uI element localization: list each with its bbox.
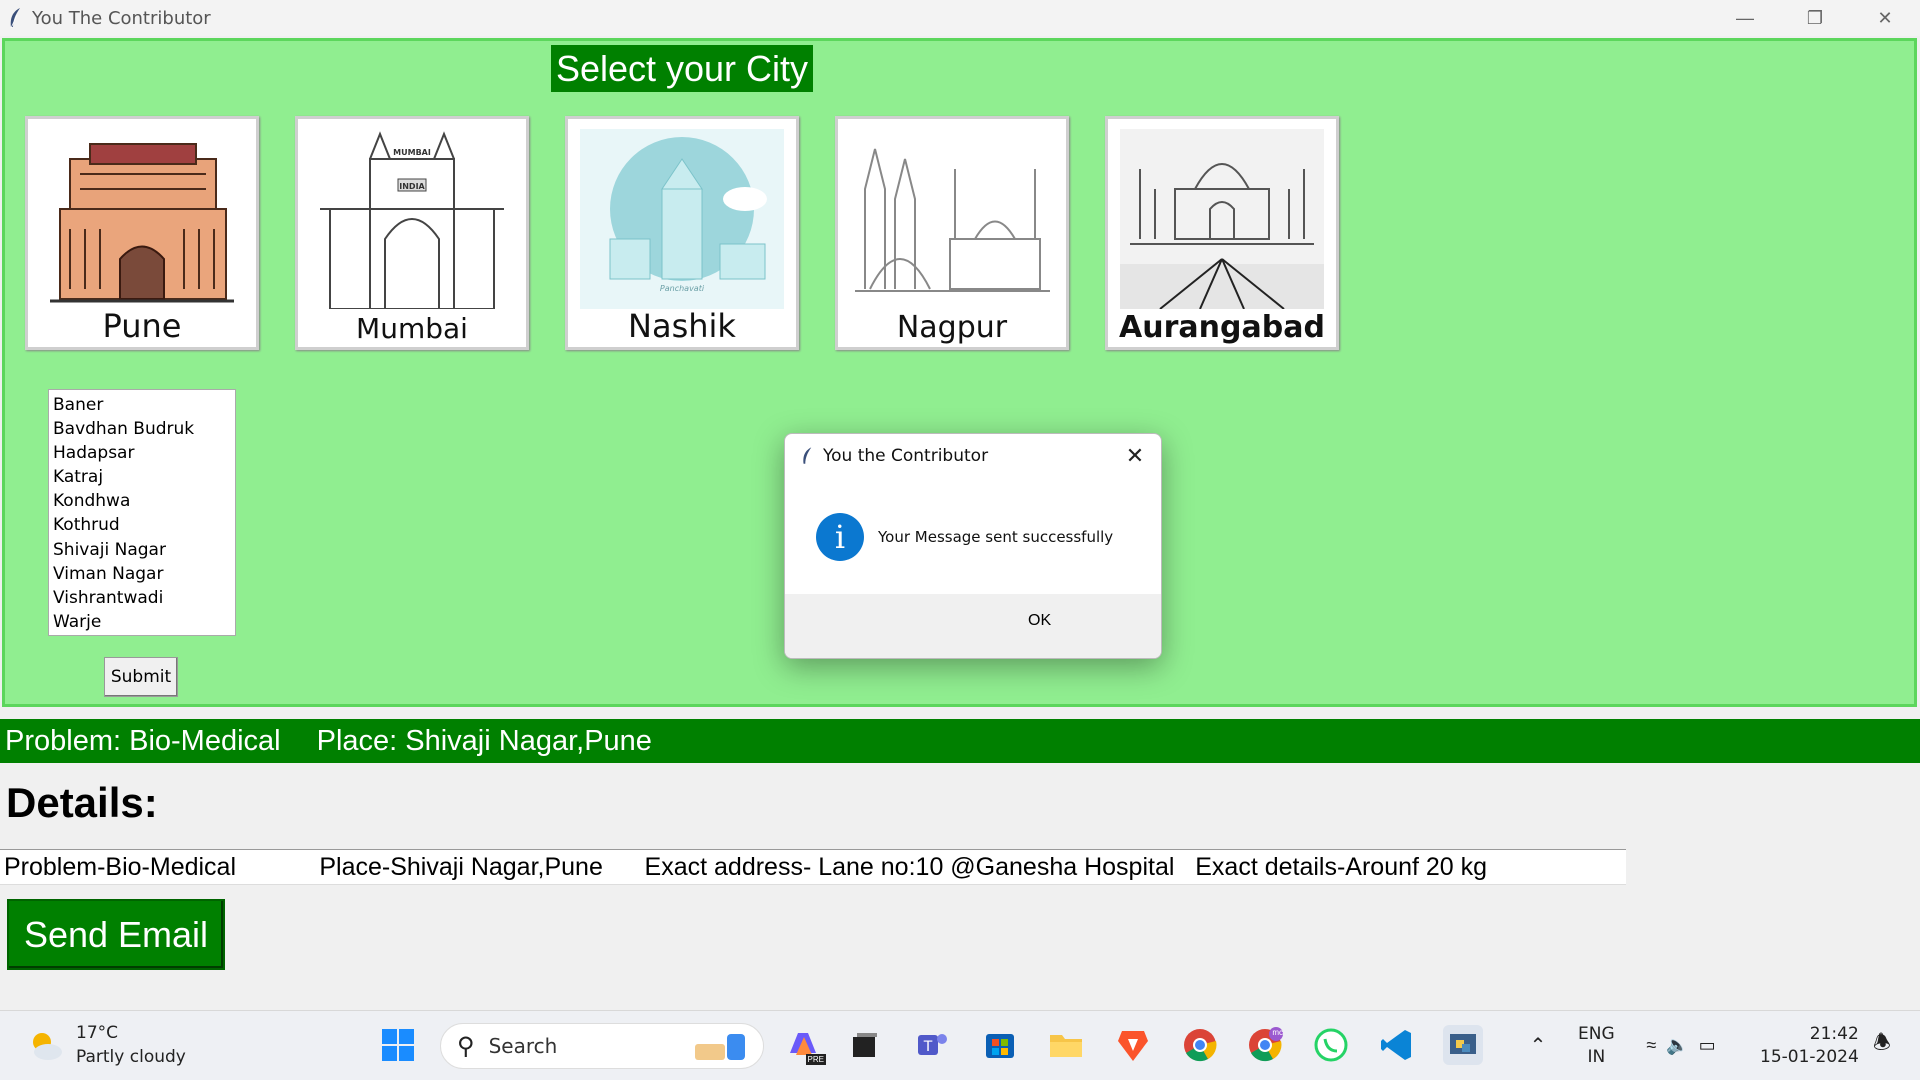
city-label: Nagpur (896, 310, 1008, 345)
list-item[interactable]: Hadapsar (53, 441, 231, 465)
city-label: Nashik (628, 307, 736, 345)
search-placeholder: Search (488, 1034, 558, 1058)
send-email-button[interactable]: Send Email (7, 899, 225, 970)
copilot-badge: PRE (805, 1054, 826, 1065)
area-listbox[interactable]: Baner Bavdhan Budruk Hadapsar Katraj Kon… (48, 389, 236, 636)
clock-time: 21:42 (1809, 1024, 1859, 1044)
region-code: IN (1587, 1047, 1606, 1067)
svg-text:T: T (923, 1039, 933, 1055)
file-explorer-icon[interactable] (1046, 1025, 1086, 1065)
brave-browser-icon[interactable] (1113, 1025, 1153, 1065)
vscode-icon[interactable] (1377, 1025, 1417, 1065)
nashik-temple-image: Panchavati (580, 129, 784, 309)
whatsapp-icon[interactable] (1311, 1025, 1351, 1065)
dialog-footer (785, 594, 1161, 658)
language-indicator[interactable]: ENG IN (1578, 1023, 1615, 1069)
weather-desc: Partly cloudy (76, 1047, 186, 1067)
list-item[interactable]: Kondhwa (53, 489, 231, 513)
minimize-button[interactable]: — (1710, 0, 1780, 36)
window-title: You The Contributor (32, 7, 211, 29)
weather-widget[interactable]: 17°C Partly cloudy (26, 1021, 186, 1069)
place-text: Place: Shivaji Nagar,Pune (316, 724, 652, 757)
problem-text: Problem: Bio-Medical (5, 724, 281, 757)
city-label: Aurangabad (1119, 310, 1325, 345)
window-titlebar: You The Contributor — ❐ ✕ (0, 0, 1920, 36)
gateway-sign-text: INDIA (399, 182, 425, 191)
teams-icon[interactable]: T (912, 1025, 952, 1065)
list-item[interactable]: Bavdhan Budruk (53, 417, 231, 441)
details-heading: Details: (6, 779, 158, 826)
message-dialog: You the Contributor ✕ i Your Message sen… (784, 433, 1162, 659)
restore-button[interactable]: ❐ (1780, 0, 1850, 36)
task-view-icon[interactable] (845, 1025, 885, 1065)
notification-bell-icon[interactable]: 🕭 (1862, 1025, 1902, 1065)
python-app-icon[interactable] (1443, 1025, 1483, 1065)
battery-icon: ▭ (1698, 1034, 1716, 1055)
chrome-profile-badge: mc (1272, 1028, 1283, 1037)
clock[interactable]: 21:42 15-01-2024 (1760, 1023, 1859, 1069)
mumbai-gateway-image: MUMBAI INDIA (320, 131, 504, 309)
dialog-title: You the Contributor (823, 446, 989, 466)
chrome-icon[interactable] (1180, 1025, 1220, 1065)
list-item[interactable]: Warje (53, 610, 231, 634)
wifi-icon: ≈ (1646, 1034, 1657, 1055)
dialog-close-button[interactable]: ✕ (1123, 443, 1147, 468)
chrome-profile-icon[interactable]: mc (1245, 1025, 1285, 1065)
feather-app-icon (803, 447, 812, 464)
list-item[interactable]: Vishrantwadi (53, 586, 231, 610)
problem-summary-bar: Problem: Bio-Medical Place: Shivaji Naga… (0, 719, 1920, 763)
copilot-icon[interactable]: PRE (784, 1025, 826, 1065)
nashik-caption-text: Panchavati (660, 284, 705, 293)
feather-app-icon (10, 8, 20, 29)
list-item[interactable]: Baner (53, 393, 231, 417)
taskbar-search[interactable]: ⚲ Search (440, 1023, 764, 1069)
info-icon: i (816, 512, 864, 561)
partly-cloudy-icon (33, 1033, 62, 1060)
system-tray-status[interactable]: ≈ 🔈 ▭ (1636, 1025, 1726, 1065)
city-card-mumbai[interactable]: MUMBAI INDIA Mumbai (295, 116, 529, 350)
list-item[interactable]: Kothrud (53, 513, 231, 537)
clock-date: 15-01-2024 (1760, 1047, 1859, 1067)
ok-button[interactable]: OK (1028, 612, 1051, 630)
search-icon: ⚲ (457, 1032, 475, 1060)
gateway-top-text: MUMBAI (393, 148, 431, 157)
search-highlight-icon (695, 1034, 745, 1060)
submit-button[interactable]: Submit (104, 657, 178, 697)
select-city-heading: Select your City (551, 45, 813, 92)
city-card-nagpur[interactable]: Nagpur (835, 116, 1069, 350)
dialog-titlebar: You the Contributor (785, 434, 1161, 478)
list-item[interactable]: Viman Nagar (53, 562, 231, 586)
weather-temp: 17°C (76, 1023, 119, 1043)
city-card-aurangabad[interactable]: Aurangabad (1105, 116, 1339, 350)
nagpur-landmarks-image (855, 148, 1050, 292)
language-code: ENG (1578, 1024, 1615, 1044)
list-item[interactable]: Katraj (53, 465, 231, 489)
windows-start-icon[interactable] (378, 1025, 418, 1065)
city-label: Pune (102, 307, 182, 345)
close-window-button[interactable]: ✕ (1850, 0, 1920, 36)
pune-shaniwarwada-image (50, 143, 234, 303)
microsoft-store-icon[interactable] (980, 1025, 1020, 1065)
list-item[interactable]: Shivaji Nagar (53, 538, 231, 562)
taskbar: 17°C Partly cloudy ⚲ Search PRE T mc ⌃ E… (0, 1010, 1920, 1080)
city-card-nashik[interactable]: Panchavati Nashik (565, 116, 799, 350)
dialog-message: Your Message sent successfully (878, 527, 1114, 546)
city-label: Mumbai (356, 312, 468, 345)
volume-icon: 🔈 (1666, 1034, 1689, 1055)
show-hidden-icons-chevron-up-icon[interactable]: ⌃ (1518, 1025, 1558, 1065)
aurangabad-bibi-ka-maqbara-image (1120, 129, 1324, 309)
details-input[interactable]: Problem-Bio-Medical Place-Shivaji Nagar,… (0, 849, 1626, 885)
city-card-pune[interactable]: Pune (25, 116, 259, 350)
